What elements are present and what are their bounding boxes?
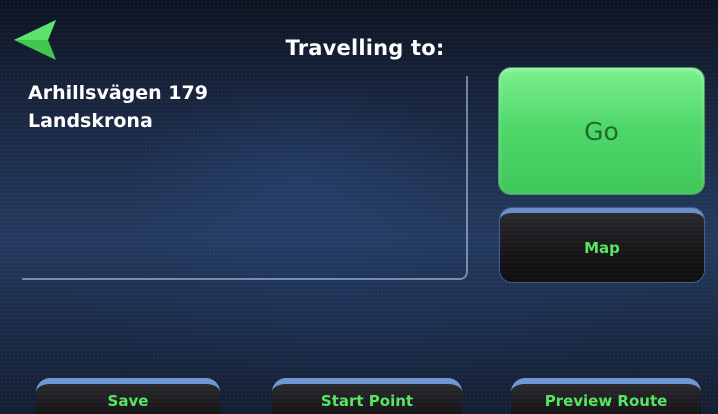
map-button[interactable]: Map (500, 208, 704, 282)
back-button[interactable] (12, 18, 62, 62)
start-point-button-label: Start Point (320, 392, 414, 410)
destination-street: Arhillsvägen 179 (28, 82, 208, 104)
save-button[interactable]: Save (36, 378, 220, 414)
go-button[interactable]: Go (499, 68, 704, 194)
start-point-button[interactable]: Start Point (272, 378, 462, 414)
navigation-screen: Travelling to: Arhillsvägen 179 Landskro… (0, 0, 718, 414)
save-button-label: Save (107, 392, 149, 410)
page-title: Travelling to: (285, 36, 445, 60)
destination-city: Landskrona (28, 110, 153, 132)
back-arrow-icon (14, 20, 56, 60)
go-button-label: Go (584, 116, 619, 146)
destination-panel (22, 76, 468, 280)
preview-route-button[interactable]: Preview Route (511, 378, 701, 414)
preview-route-button-label: Preview Route (544, 392, 668, 410)
map-button-label: Map (584, 238, 620, 257)
